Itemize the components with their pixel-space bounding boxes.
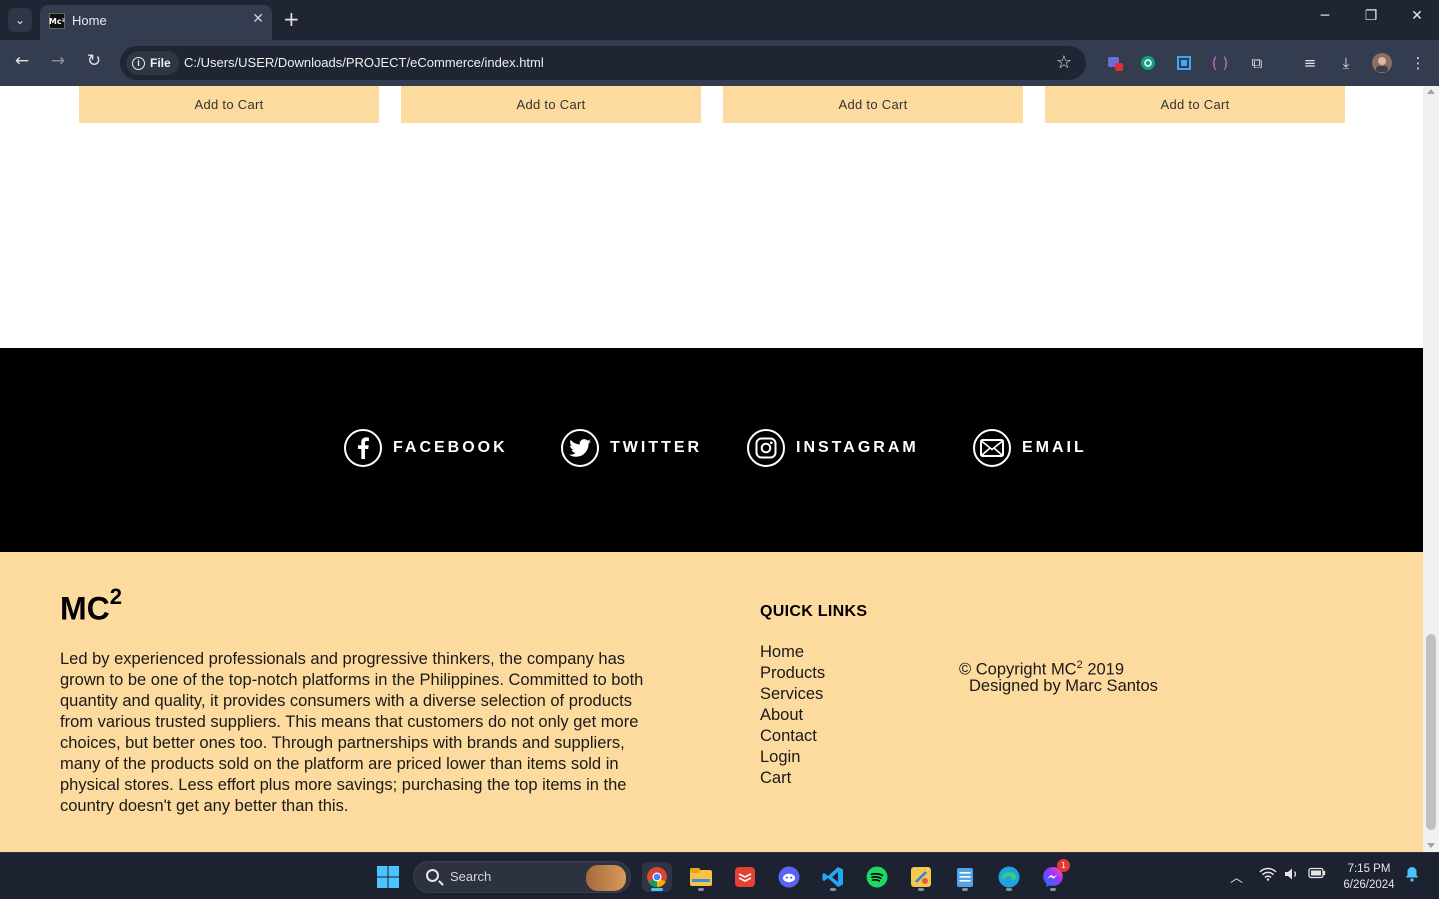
email-link[interactable]: EMAIL — [973, 428, 1087, 468]
quick-links-list: Home Products Services About Contact Log… — [760, 642, 825, 789]
scroll-down-arrow-icon[interactable] — [1427, 843, 1435, 848]
file-explorer-icon[interactable] — [686, 862, 716, 892]
todoist-icon[interactable] — [730, 862, 760, 892]
browser-toolbar: ← → ↻ i File C:/Users/USER/Downloads/PRO… — [0, 40, 1439, 86]
site-chip-label: File — [150, 56, 171, 70]
reload-icon[interactable]: ↻ — [82, 51, 106, 71]
windows-start-icon[interactable] — [373, 862, 403, 892]
volume-icon[interactable] — [1284, 867, 1300, 885]
edge-icon[interactable] — [994, 862, 1024, 892]
quick-link-home[interactable]: Home — [760, 642, 825, 663]
twitter-icon — [561, 429, 599, 467]
spotify-icon[interactable] — [862, 862, 892, 892]
add-to-cart-button[interactable]: Add to Cart — [79, 86, 379, 123]
bookmark-star-icon[interactable]: ☆ — [1056, 52, 1072, 73]
extension-brackets-icon[interactable]: ( ) — [1209, 52, 1231, 74]
designer-credit: Designed by Marc Santos — [969, 677, 1158, 695]
web-page: Add to Cart Add to Cart Add to Cart Add … — [0, 86, 1423, 852]
company-description: Led by experienced professionals and pro… — [60, 650, 644, 815]
instagram-icon — [747, 429, 785, 467]
messenger-badge: 1 — [1057, 859, 1070, 872]
search-placeholder: Search — [450, 869, 492, 884]
tray-overflow-chevron-icon[interactable]: ︿ — [1230, 867, 1243, 886]
browser-tab-strip: ⌄ Mc² Home ✕ + ─ ❐ ✕ — [0, 0, 1439, 40]
twitter-label: TWITTER — [610, 439, 703, 456]
forward-arrow-icon[interactable]: → — [46, 51, 70, 71]
download-icon[interactable]: ⤓ — [1335, 52, 1357, 74]
extension-teams-icon[interactable] — [1104, 52, 1126, 74]
notification-bell-icon[interactable] — [1405, 866, 1419, 886]
extension-chatgpt-icon[interactable] — [1137, 52, 1159, 74]
windows-taskbar: Search 1 ︿ 7:15 PM 6/26/2024 — [0, 852, 1439, 899]
reading-list-icon[interactable]: ≡ — [1299, 52, 1321, 74]
quick-link-login[interactable]: Login — [760, 747, 825, 768]
quick-link-about[interactable]: About — [760, 705, 825, 726]
close-window-icon[interactable]: ✕ — [1405, 8, 1429, 24]
extensions-puzzle-icon[interactable]: ⧉ — [1246, 52, 1268, 74]
messenger-icon[interactable]: 1 — [1038, 859, 1070, 892]
quick-link-services[interactable]: Services — [760, 684, 825, 705]
quick-link-contact[interactable]: Contact — [760, 726, 825, 747]
site-footer: MC2 Led by experienced professionals and… — [0, 552, 1423, 852]
taskbar-search[interactable]: Search — [413, 861, 631, 893]
twitter-link[interactable]: TWITTER — [561, 428, 702, 468]
quick-link-products[interactable]: Products — [760, 663, 825, 684]
discord-icon[interactable] — [774, 862, 804, 892]
browser-menu-icon[interactable]: ⋮ — [1407, 52, 1429, 74]
site-favicon-icon: Mc² — [49, 13, 65, 29]
search-highlight-image — [586, 865, 626, 891]
instagram-label: INSTAGRAM — [796, 439, 919, 456]
wifi-icon[interactable] — [1259, 867, 1277, 885]
email-icon — [973, 429, 1011, 467]
facebook-label: FACEBOOK — [393, 439, 508, 456]
battery-icon[interactable] — [1308, 867, 1326, 883]
info-icon: i — [132, 56, 145, 70]
add-to-cart-button[interactable]: Add to Cart — [1045, 86, 1345, 123]
minimize-icon[interactable]: ─ — [1313, 8, 1337, 24]
quick-link-cart[interactable]: Cart — [760, 768, 825, 789]
add-to-cart-button[interactable]: Add to Cart — [723, 86, 1023, 123]
url-text[interactable]: C:/Users/USER/Downloads/PROJECT/eCommerc… — [184, 55, 544, 70]
facebook-link[interactable]: FACEBOOK — [344, 428, 508, 468]
scrollbar-thumb[interactable] — [1426, 634, 1436, 830]
add-to-cart-button[interactable]: Add to Cart — [401, 86, 701, 123]
instagram-link[interactable]: INSTAGRAM — [747, 428, 919, 468]
page-scrollbar[interactable] — [1423, 86, 1439, 852]
quick-links-heading: QUICK LINKS — [760, 603, 868, 620]
sticky-app-icon[interactable] — [906, 862, 936, 892]
extension-screenshot-icon[interactable] — [1173, 52, 1195, 74]
clock-time: 7:15 PM — [1347, 863, 1391, 875]
vscode-icon[interactable] — [818, 862, 848, 892]
search-icon — [426, 869, 439, 882]
facebook-icon — [344, 429, 382, 467]
site-info-chip[interactable]: i File — [126, 51, 179, 75]
address-bar[interactable]: i File C:/Users/USER/Downloads/PROJECT/e… — [120, 46, 1086, 80]
tab-search-button[interactable]: ⌄ — [8, 8, 32, 32]
active-tab[interactable]: Mc² Home ✕ — [40, 5, 272, 40]
clock-date: 6/26/2024 — [1343, 879, 1395, 891]
chrome-icon[interactable] — [642, 862, 672, 892]
social-links-section: FACEBOOK TWITTER INSTAGRAM EMAIL — [0, 348, 1423, 552]
taskbar-clock[interactable]: 7:15 PM 6/26/2024 — [1336, 861, 1402, 893]
footer-brand-logo: MC2 — [60, 584, 123, 627]
email-label: EMAIL — [1022, 439, 1087, 456]
restore-icon[interactable]: ❐ — [1359, 8, 1383, 24]
tab-title: Home — [72, 13, 107, 28]
new-tab-button[interactable]: + — [283, 8, 300, 30]
back-arrow-icon[interactable]: ← — [10, 51, 34, 71]
notepad-icon[interactable] — [950, 862, 980, 892]
profile-avatar[interactable] — [1371, 52, 1393, 74]
tab-close-icon[interactable]: ✕ — [252, 11, 264, 27]
scroll-up-arrow-icon[interactable] — [1427, 89, 1435, 94]
